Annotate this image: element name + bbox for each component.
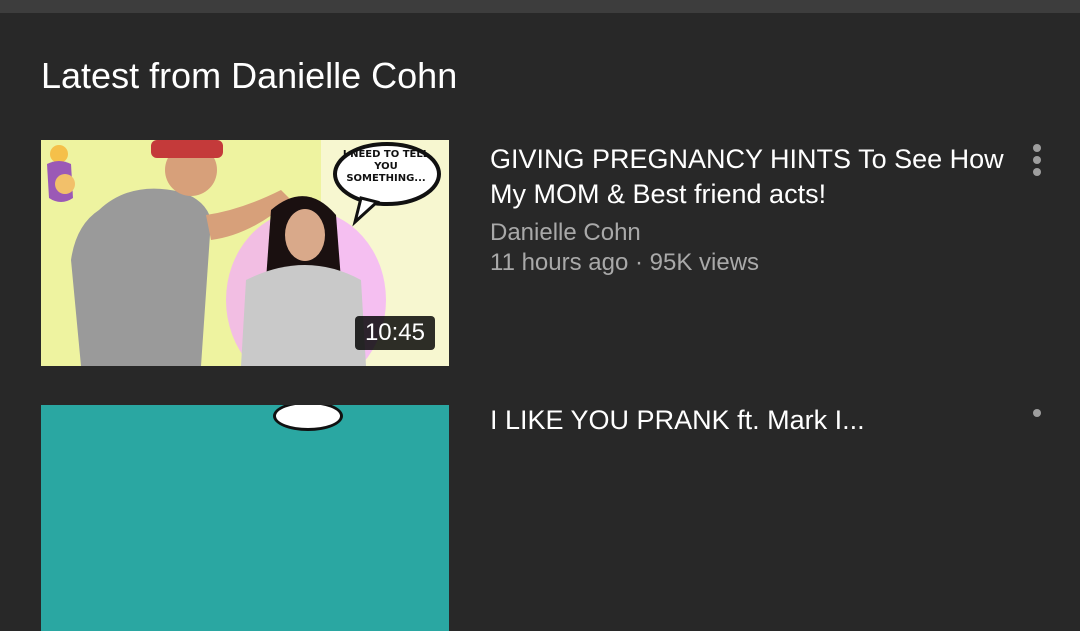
- top-bar: [0, 0, 1080, 13]
- video-thumbnail[interactable]: [41, 405, 449, 631]
- video-thumbnail[interactable]: I NEED TO TELL YOU SOMETHING... 10:45: [41, 140, 449, 366]
- more-vertical-icon[interactable]: [1026, 409, 1048, 449]
- speech-bubble-text: I NEED TO TELL YOU SOMETHING...: [342, 149, 430, 184]
- section-title: Latest from Danielle Cohn: [41, 55, 458, 96]
- video-item[interactable]: I NEED TO TELL YOU SOMETHING... 10:45 GI…: [41, 140, 1080, 366]
- video-item[interactable]: I LIKE YOU PRANK ft. Mark I...: [41, 405, 1080, 631]
- speech-bubble: [273, 405, 343, 431]
- more-vertical-icon[interactable]: [1026, 144, 1048, 184]
- video-stats: 11 hours ago · 95K views: [490, 249, 760, 276]
- video-title[interactable]: GIVING PREGNANCY HINTS To See How My MOM…: [490, 142, 1010, 212]
- video-title[interactable]: I LIKE YOU PRANK ft. Mark I...: [490, 403, 1010, 438]
- video-meta[interactable]: GIVING PREGNANCY HINTS To See How My MOM…: [490, 140, 1010, 278]
- video-duration-badge: 10:45: [354, 316, 435, 350]
- video-meta[interactable]: I LIKE YOU PRANK ft. Mark I...: [490, 405, 1010, 438]
- channel-name[interactable]: Danielle Cohn: [490, 218, 1010, 248]
